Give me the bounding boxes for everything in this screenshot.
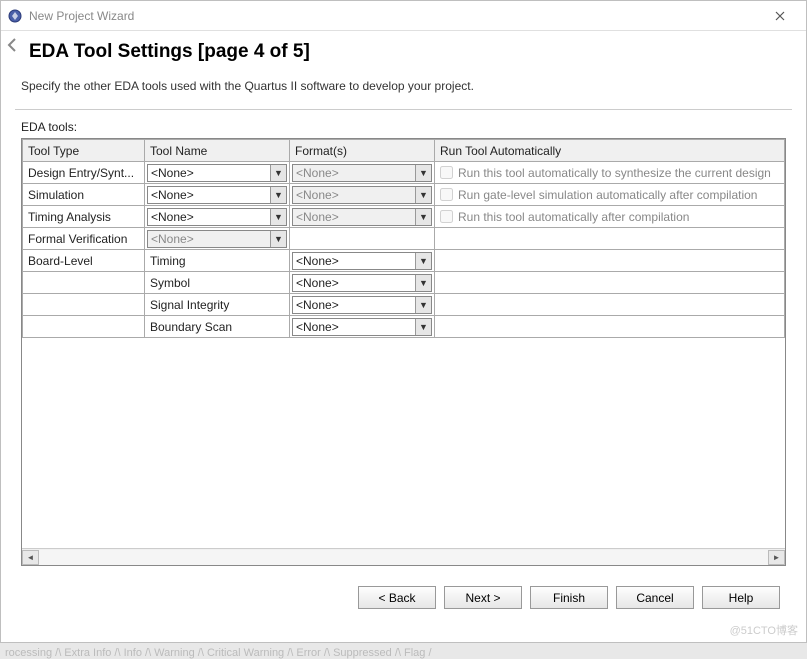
header-tool-type[interactable]: Tool Type [23,140,145,162]
simulation-runauto-checkbox [440,188,453,201]
table-empty-area [22,338,785,548]
row-formal-verification: Formal Verification <None> ▼ [23,228,785,250]
help-button[interactable]: Help [702,586,780,609]
cell-tool-type: Design Entry/Synt... [23,162,145,184]
divider [15,109,792,110]
background-status-tabs: rocessing /\ Extra Info /\ Info /\ Warni… [1,647,806,659]
scroll-left-button[interactable]: ◄ [22,550,39,565]
row-board-level-symbol: Symbol <None> ▼ [23,272,785,294]
back-button[interactable]: < Back [358,586,436,609]
scroll-right-button[interactable]: ► [768,550,785,565]
eda-tools-label: EDA tools: [21,120,792,134]
titlebar: New Project Wizard [1,1,806,31]
chevron-down-icon: ▼ [415,297,431,313]
back-arrow-icon[interactable] [5,37,25,57]
row-simulation: Simulation <None> ▼ <None> ▼ [23,184,785,206]
header-run-auto[interactable]: Run Tool Automatically [435,140,785,162]
formal-name-combo: <None> ▼ [147,230,287,248]
app-icon [7,8,23,24]
cell-subtype: Signal Integrity [145,294,290,316]
page-title: EDA Tool Settings [page 4 of 5] [29,41,792,63]
window-title: New Project Wizard [29,9,760,23]
chevron-down-icon: ▼ [270,231,286,247]
cell-tool-type: Formal Verification [23,228,145,250]
empty-cell [23,316,145,338]
page-subtitle: Specify the other EDA tools used with th… [21,79,792,93]
board-boundary-scan-format-combo[interactable]: <None> ▼ [292,318,432,336]
wizard-body: EDA Tool Settings [page 4 of 5] Specify … [1,31,806,642]
empty-cell [290,228,435,250]
chevron-down-icon: ▼ [270,165,286,181]
row-timing-analysis: Timing Analysis <None> ▼ <None> ▼ [23,206,785,228]
timing-name-combo[interactable]: <None> ▼ [147,208,287,226]
timing-runauto-label: Run this tool automatically after compil… [458,210,689,224]
cell-tool-type: Board-Level [23,250,145,272]
wizard-window: New Project Wizard EDA Tool Settings [pa… [0,0,807,643]
cell-tool-type: Simulation [23,184,145,206]
cell-subtype: Boundary Scan [145,316,290,338]
header-format[interactable]: Format(s) [290,140,435,162]
simulation-format-combo: <None> ▼ [292,186,432,204]
row-board-level-boundary-scan: Boundary Scan <None> ▼ [23,316,785,338]
board-signal-integrity-format-combo[interactable]: <None> ▼ [292,296,432,314]
chevron-down-icon: ▼ [415,319,431,335]
finish-button[interactable]: Finish [530,586,608,609]
cell-tool-type: Timing Analysis [23,206,145,228]
header-tool-name[interactable]: Tool Name [145,140,290,162]
empty-cell [23,272,145,294]
chevron-down-icon: ▼ [415,187,431,203]
scrollbar-track[interactable] [39,550,768,565]
chevron-down-icon: ▼ [415,253,431,269]
chevron-down-icon: ▼ [415,209,431,225]
empty-cell [435,250,785,272]
design-entry-name-combo[interactable]: <None> ▼ [147,164,287,182]
chevron-down-icon: ▼ [270,187,286,203]
board-symbol-format-combo[interactable]: <None> ▼ [292,274,432,292]
simulation-name-combo[interactable]: <None> ▼ [147,186,287,204]
timing-format-combo: <None> ▼ [292,208,432,226]
watermark: @51CTO博客 [730,622,798,638]
empty-cell [435,228,785,250]
empty-cell [23,294,145,316]
board-timing-format-combo[interactable]: <None> ▼ [292,252,432,270]
horizontal-scrollbar[interactable]: ◄ ► [22,548,785,565]
cell-subtype: Symbol [145,272,290,294]
row-design-entry: Design Entry/Synt... <None> ▼ <None> ▼ [23,162,785,184]
next-button[interactable]: Next > [444,586,522,609]
chevron-down-icon: ▼ [415,165,431,181]
cancel-button[interactable]: Cancel [616,586,694,609]
simulation-runauto-label: Run gate-level simulation automatically … [458,188,757,202]
cell-subtype: Timing [145,250,290,272]
eda-tools-table: Tool Type Tool Name Format(s) Run Tool A… [22,139,785,338]
design-entry-format-combo: <None> ▼ [292,164,432,182]
wizard-button-row: < Back Next > Finish Cancel Help [15,566,792,621]
empty-cell [435,272,785,294]
row-board-level-signal-integrity: Signal Integrity <None> ▼ [23,294,785,316]
empty-cell [435,294,785,316]
eda-tools-table-container: Tool Type Tool Name Format(s) Run Tool A… [21,138,786,566]
design-entry-runauto-label: Run this tool automatically to synthesiz… [458,166,771,180]
chevron-down-icon: ▼ [415,275,431,291]
empty-cell [435,316,785,338]
timing-runauto-checkbox [440,210,453,223]
chevron-down-icon: ▼ [270,209,286,225]
table-header-row: Tool Type Tool Name Format(s) Run Tool A… [23,140,785,162]
close-button[interactable] [760,3,800,29]
design-entry-runauto-checkbox [440,166,453,179]
row-board-level-timing: Board-Level Timing <None> ▼ [23,250,785,272]
